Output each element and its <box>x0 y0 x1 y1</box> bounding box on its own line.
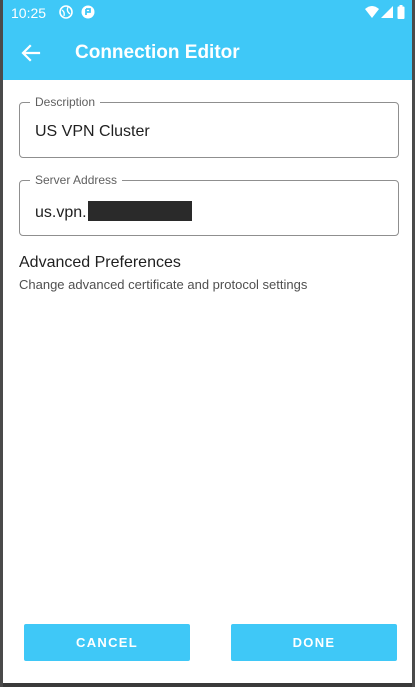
status-time: 10:25 <box>11 5 47 21</box>
arrow-left-icon <box>21 44 41 62</box>
server-address-field[interactable]: Server Address us.vpn. <box>19 173 399 236</box>
server-address-value: us.vpn. <box>35 201 192 222</box>
redacted-block <box>87 201 192 221</box>
status-bar: 10:25 <box>3 0 412 26</box>
back-button[interactable] <box>17 39 45 67</box>
server-address-text: us.vpn. <box>35 204 87 221</box>
battery-icon <box>397 5 405 19</box>
description-label: Description <box>30 95 101 109</box>
advanced-preferences-item[interactable]: Advanced Preferences Change advanced cer… <box>19 254 399 292</box>
server-address-label: Server Address <box>30 173 123 187</box>
app-notification-icon <box>81 5 95 19</box>
globe-icon <box>59 5 73 19</box>
bottom-divider <box>3 683 412 687</box>
app-screen: 10:25 Connection Editor Description US V… <box>3 0 412 687</box>
cancel-button[interactable]: CANCEL <box>24 624 190 661</box>
app-bar: Connection Editor <box>3 26 412 80</box>
wifi-icon <box>365 6 379 18</box>
advanced-preferences-subtitle: Change advanced certificate and protocol… <box>19 277 308 292</box>
advanced-preferences-title: Advanced Preferences <box>19 254 181 271</box>
description-value: US VPN Cluster <box>35 123 150 140</box>
description-field[interactable]: Description US VPN Cluster <box>19 95 399 158</box>
page-title: Connection Editor <box>75 42 240 63</box>
signal-icon <box>381 6 393 18</box>
done-button[interactable]: DONE <box>231 624 397 661</box>
